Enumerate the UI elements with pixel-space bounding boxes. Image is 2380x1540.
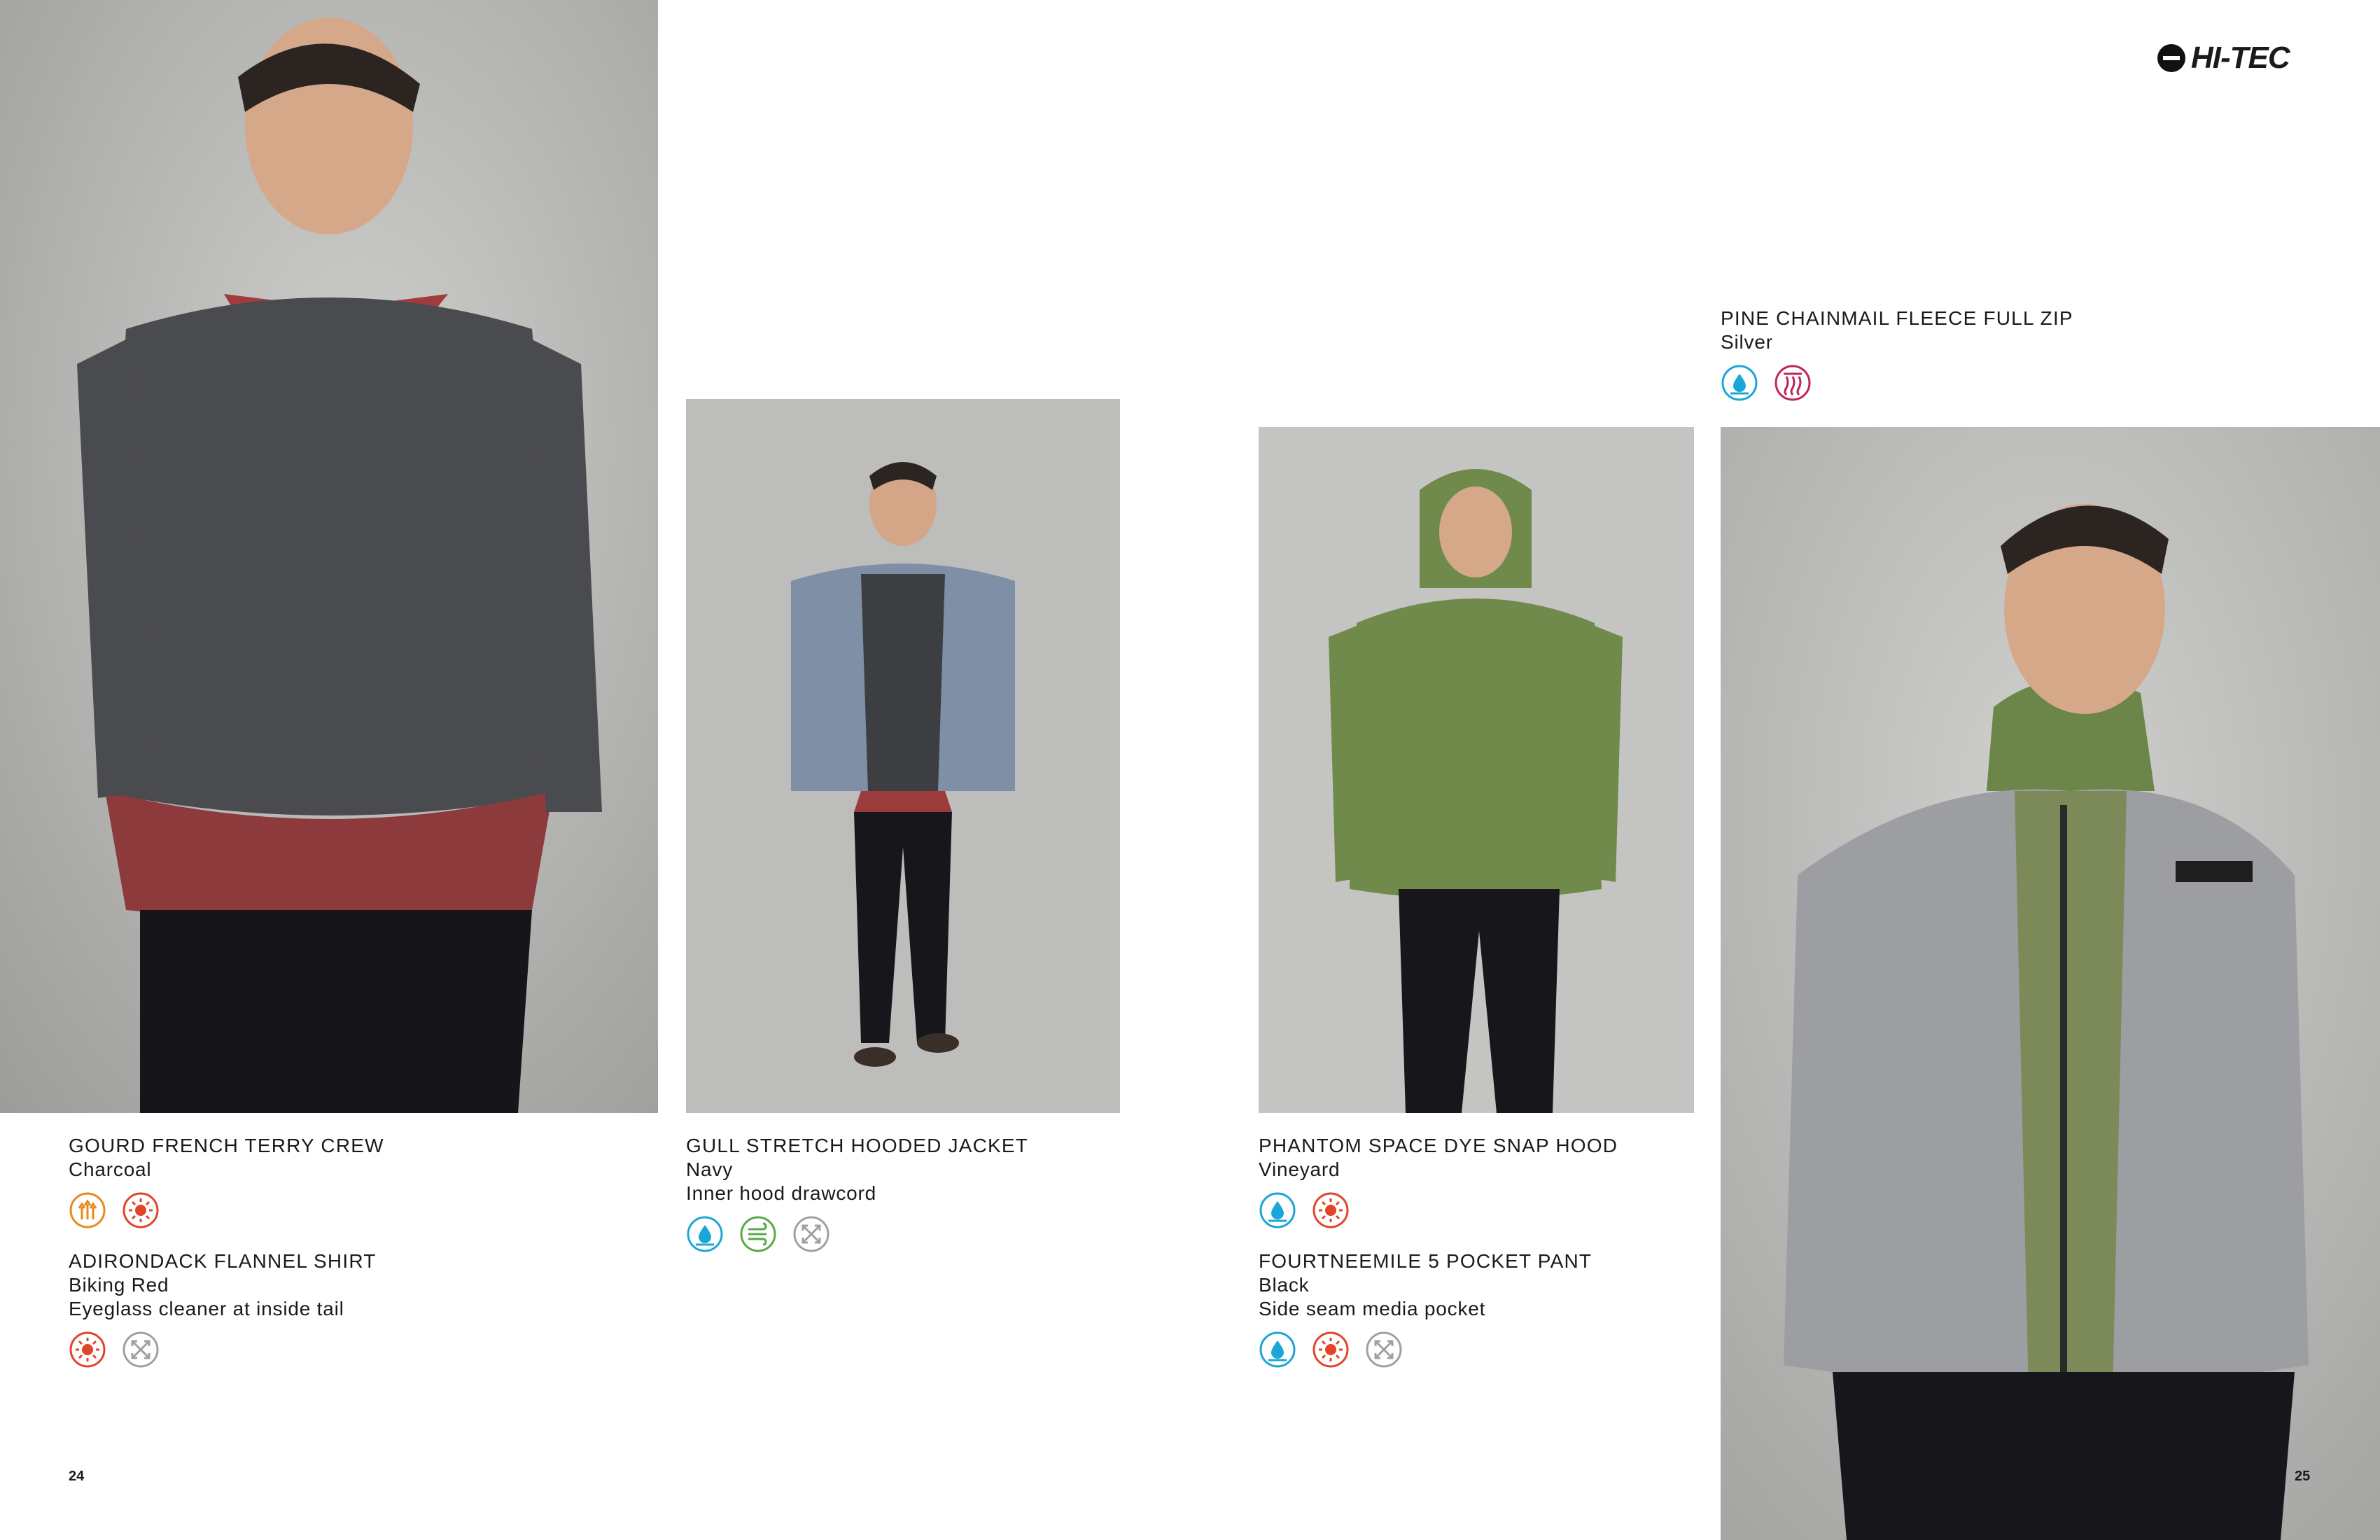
feature-icons: [1259, 1191, 1618, 1229]
photo-phantom-hood: [1259, 427, 1694, 1113]
product-gourd: GOURD FRENCH TERRY CREW Charcoal: [69, 1134, 384, 1229]
product-gull: GULL STRETCH HOODED JACKET Navy Inner ho…: [686, 1134, 1028, 1253]
water-resistant-icon: [1259, 1331, 1296, 1368]
feature-icons: [686, 1215, 1028, 1253]
stretch-icon: [793, 1216, 830, 1252]
page-number-right: 25: [2295, 1469, 2311, 1484]
product-name: ADIRONDACK FLANNEL SHIRT: [69, 1250, 377, 1272]
feature-icons: [1259, 1331, 1592, 1368]
feature-icons: [69, 1331, 377, 1368]
product-feature: Eyeglass cleaner at inside tail: [69, 1298, 344, 1320]
product-color: Navy: [686, 1158, 733, 1180]
page-number-left: 24: [69, 1469, 85, 1484]
product-fourtneemile: FOURTNEEMILE 5 POCKET PANT Black Side se…: [1259, 1250, 1592, 1368]
brand-logo: HI-TEC: [2156, 41, 2290, 76]
photo-gull-jacket: [686, 399, 1120, 1113]
product-feature: Inner hood drawcord: [686, 1182, 877, 1204]
brand-mark-icon: [2157, 44, 2185, 72]
product-color: Silver: [1721, 331, 1773, 353]
breathable-icon: [69, 1192, 106, 1228]
uv-protection-icon: [122, 1192, 159, 1228]
photo-gourd-crew: [0, 0, 658, 1113]
uv-protection-icon: [69, 1331, 106, 1368]
stretch-icon: [1366, 1331, 1402, 1368]
product-name: FOURTNEEMILE 5 POCKET PANT: [1259, 1250, 1592, 1272]
product-phantom: PHANTOM SPACE DYE SNAP HOOD Vineyard: [1259, 1134, 1618, 1229]
wind-resistant-icon: [740, 1216, 776, 1252]
product-name: GOURD FRENCH TERRY CREW: [69, 1135, 384, 1156]
product-adirondack: ADIRONDACK FLANNEL SHIRT Biking Red Eyeg…: [69, 1250, 377, 1368]
thermal-icon: [1774, 365, 1811, 401]
uv-protection-icon: [1312, 1331, 1349, 1368]
product-pine: PINE CHAINMAIL FLEECE FULL ZIP Silver: [1721, 307, 2073, 402]
brand-name: HI-TEC: [2191, 41, 2290, 75]
water-resistant-icon: [1259, 1192, 1296, 1228]
feature-icons: [1721, 364, 2073, 402]
product-name: PHANTOM SPACE DYE SNAP HOOD: [1259, 1135, 1618, 1156]
product-name: PINE CHAINMAIL FLEECE FULL ZIP: [1721, 307, 2073, 329]
product-color: Vineyard: [1259, 1158, 1340, 1180]
product-color: Charcoal: [69, 1158, 152, 1180]
product-color: Biking Red: [69, 1274, 169, 1296]
product-color: Black: [1259, 1274, 1310, 1296]
feature-icons: [69, 1191, 384, 1229]
water-resistant-icon: [1721, 365, 1758, 401]
uv-protection-icon: [1312, 1192, 1349, 1228]
photo-pine-fleece: [1721, 427, 2380, 1540]
product-name: GULL STRETCH HOODED JACKET: [686, 1135, 1029, 1156]
stretch-icon: [122, 1331, 159, 1368]
water-resistant-icon: [687, 1216, 723, 1252]
product-feature: Side seam media pocket: [1259, 1298, 1486, 1320]
